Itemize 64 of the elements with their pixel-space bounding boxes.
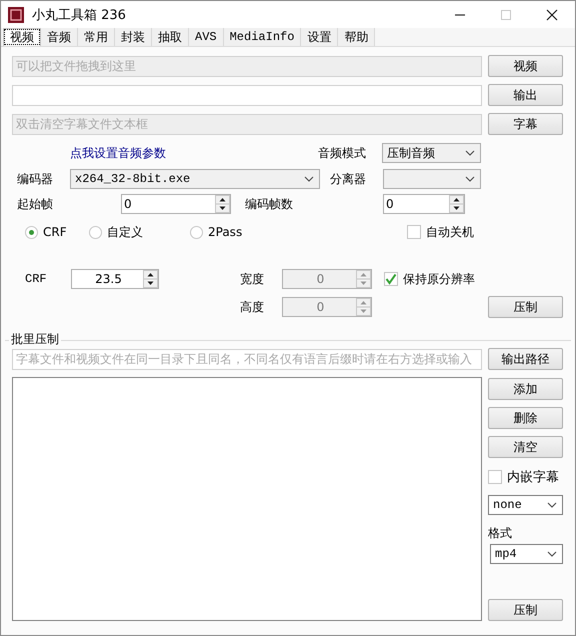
- audio-settings-link[interactable]: 点我设置音频参数: [70, 144, 220, 162]
- tab[interactable]: 常用: [78, 28, 115, 46]
- checkbox-icon: [407, 225, 421, 239]
- list-button[interactable]: 添加: [488, 378, 563, 400]
- radio-icon: [190, 226, 203, 238]
- app-icon: [8, 6, 24, 22]
- spin-arrows-icon: [143, 270, 158, 288]
- field-label: 分离器: [330, 170, 367, 188]
- dropdown[interactable]: [383, 169, 481, 189]
- dropdown[interactable]: mp4: [490, 544, 563, 564]
- tab[interactable]: MediaInfo: [224, 28, 302, 46]
- tab[interactable]: 视频: [3, 28, 41, 46]
- tab[interactable]: 帮助: [338, 28, 376, 46]
- hint-field[interactable]: 字幕文件和视频文件在同一目录下且同名，不同名仅有语言后缀时请在右方选择或输入: [12, 348, 482, 370]
- checkbox[interactable]: 自动关机: [407, 224, 487, 240]
- field-label: 编码器: [17, 170, 54, 188]
- close-icon: [546, 8, 558, 20]
- file-list[interactable]: [12, 377, 482, 621]
- radio-icon: [25, 226, 38, 238]
- radio-icon: [89, 226, 102, 238]
- output-path-button[interactable]: 输出路径: [488, 348, 563, 370]
- checkbox[interactable]: 内嵌字幕: [488, 468, 563, 486]
- encode-button[interactable]: 压制: [488, 599, 563, 621]
- window-title: 小丸工具箱 236: [32, 6, 127, 24]
- list-button[interactable]: 清空: [488, 436, 563, 458]
- group-title: 批里压制: [9, 331, 61, 348]
- field-label: CRF: [25, 272, 48, 286]
- checkbox[interactable]: 保持原分辨率: [384, 270, 484, 288]
- spin-arrows-icon: [356, 270, 371, 288]
- number-field[interactable]: 0: [121, 194, 231, 214]
- caret-icon: [465, 150, 475, 156]
- radio-button[interactable]: CRF: [25, 225, 80, 239]
- number-field[interactable]: 23.5: [71, 269, 159, 289]
- encode-button[interactable]: 压制: [488, 296, 563, 318]
- number-field[interactable]: 0: [383, 194, 465, 214]
- maximize-icon: [500, 8, 512, 20]
- checkbox-icon: [384, 272, 398, 286]
- spin-arrows-icon: [449, 195, 464, 213]
- caret-icon: [465, 176, 475, 182]
- spin-arrows-icon: [356, 298, 371, 316]
- browse-button[interactable]: 输出: [488, 84, 563, 106]
- spin-arrows-icon: [215, 195, 230, 213]
- caret-icon: [547, 502, 557, 508]
- tab[interactable]: AVS: [189, 28, 224, 46]
- tab[interactable]: 抽取: [152, 28, 189, 46]
- caret-icon: [304, 176, 314, 182]
- dropdown[interactable]: x264_32-8bit.exe: [70, 169, 320, 189]
- caret-icon: [547, 551, 557, 557]
- field-label: 格式: [488, 525, 513, 542]
- radio-button[interactable]: 2Pass: [190, 225, 260, 239]
- radio-button[interactable]: 自定义: [89, 224, 169, 240]
- field-label: 音频模式: [318, 144, 367, 162]
- field-label: 编码帧数: [245, 196, 294, 212]
- list-button[interactable]: 删除: [488, 407, 563, 429]
- tab[interactable]: 音频: [41, 28, 78, 46]
- dropdown[interactable]: 压制音频: [382, 143, 481, 163]
- tab[interactable]: 设置: [301, 28, 338, 46]
- tab[interactable]: 封装: [115, 28, 152, 46]
- path-field[interactable]: [12, 84, 482, 106]
- field-label: 宽度: [240, 270, 265, 288]
- dropdown[interactable]: none: [488, 495, 563, 515]
- field-label: 起始帧: [17, 196, 54, 212]
- field-label: 高度: [240, 298, 265, 316]
- checkbox-icon: [488, 470, 502, 484]
